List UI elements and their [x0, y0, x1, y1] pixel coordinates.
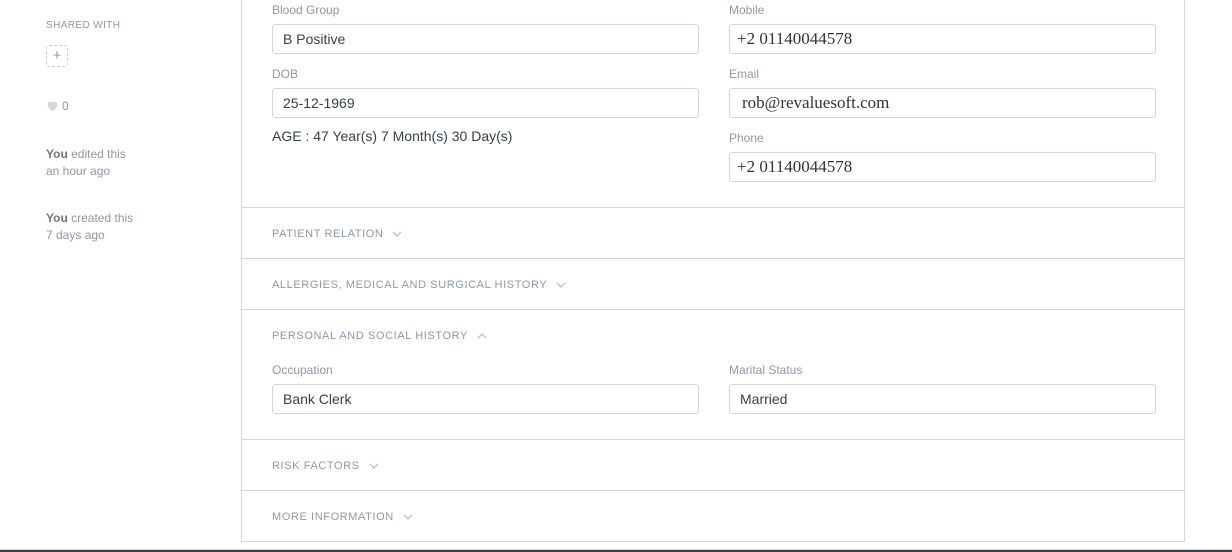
- section-title: PERSONAL AND SOCIAL HISTORY: [272, 330, 468, 342]
- section-header-personal-social[interactable]: PERSONAL AND SOCIAL HISTORY: [272, 330, 487, 342]
- blood-group-select[interactable]: B Positive: [272, 24, 699, 54]
- section-allergies: ALLERGIES, MEDICAL AND SURGICAL HISTORY: [242, 258, 1184, 310]
- timeline-actor[interactable]: You: [46, 211, 68, 225]
- timeline-action: created this: [71, 211, 134, 225]
- likes[interactable]: 0: [46, 99, 69, 113]
- age-display: AGE : 47 Year(s) 7 Month(s) 30 Day(s): [272, 128, 513, 144]
- timeline-actor[interactable]: You: [46, 147, 68, 161]
- dob-label: DOB: [272, 67, 299, 81]
- phone-input[interactable]: +2 01140044578: [729, 152, 1156, 182]
- chevron-down-icon: [393, 231, 402, 237]
- timeline-item: You edited this an hour ago: [46, 146, 126, 180]
- shared-with-heading: SHARED WITH: [46, 20, 121, 31]
- dob-input[interactable]: 25-12-1969: [272, 88, 699, 118]
- timeline-item: You created this 7 days ago: [46, 210, 133, 244]
- email-label: Email: [729, 67, 760, 81]
- timeline-time: 7 days ago: [46, 228, 105, 242]
- marital-status-select[interactable]: Married: [729, 384, 1156, 414]
- timeline-time: an hour ago: [46, 164, 111, 178]
- section-header-allergies[interactable]: ALLERGIES, MEDICAL AND SURGICAL HISTORY: [272, 279, 566, 291]
- section-personal-social-history: PERSONAL AND SOCIAL HISTORY Occupation B…: [242, 309, 1184, 440]
- section-header-patient-relation[interactable]: PATIENT RELATION: [272, 228, 402, 240]
- chevron-down-icon: [403, 514, 413, 520]
- add-share-button[interactable]: +: [46, 45, 68, 67]
- section-patient-relation: PATIENT RELATION: [242, 207, 1184, 259]
- phone-label: Phone: [729, 131, 764, 145]
- occupation-input[interactable]: Bank Clerk: [272, 384, 699, 414]
- form-card: Blood Group B Positive Mobile +2 0114004…: [241, 0, 1185, 542]
- mobile-input[interactable]: +2 01140044578: [729, 24, 1156, 54]
- occupation-label: Occupation: [272, 363, 333, 377]
- section-header-more-information[interactable]: MORE INFORMATION: [272, 511, 413, 523]
- section-risk-factors: RISK FACTORS: [242, 439, 1184, 491]
- mobile-label: Mobile: [729, 3, 765, 17]
- blood-group-label: Blood Group: [272, 3, 340, 17]
- section-title: MORE INFORMATION: [272, 511, 394, 523]
- email-input[interactable]: rob@revaluesoft.com: [729, 88, 1156, 118]
- timeline-action: edited this: [71, 147, 126, 161]
- marital-status-label: Marital Status: [729, 363, 803, 377]
- chevron-down-icon: [369, 463, 379, 469]
- like-count: 0: [62, 99, 69, 113]
- section-title: RISK FACTORS: [272, 460, 360, 472]
- section-more-information: MORE INFORMATION: [242, 490, 1184, 541]
- heart-icon[interactable]: [46, 100, 59, 112]
- chevron-down-icon: [556, 282, 566, 288]
- section-title: PATIENT RELATION: [272, 228, 384, 240]
- section-header-risk-factors[interactable]: RISK FACTORS: [272, 460, 379, 472]
- chevron-up-icon: [477, 333, 487, 339]
- section-title: ALLERGIES, MEDICAL AND SURGICAL HISTORY: [272, 279, 548, 291]
